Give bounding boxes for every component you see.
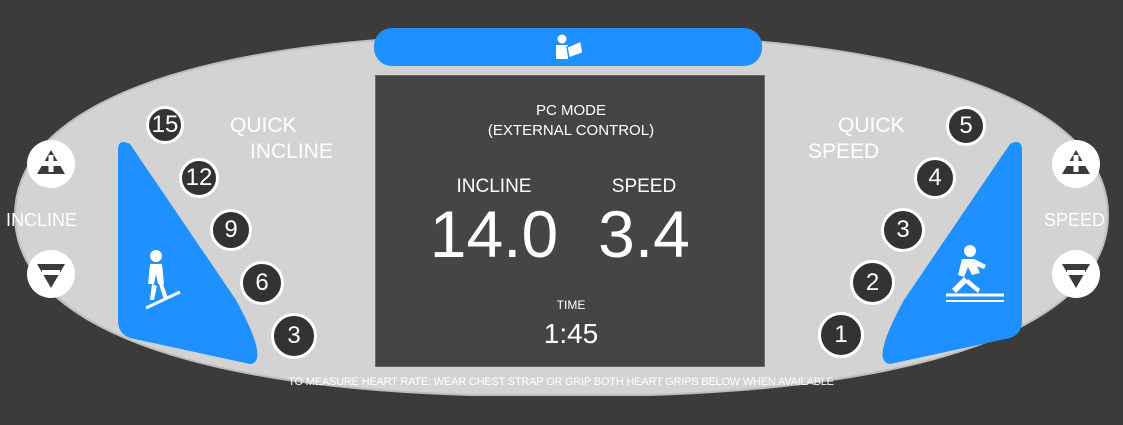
quick-speed-button-1[interactable]: 1 <box>818 312 864 358</box>
incline-up-button[interactable] <box>27 140 75 188</box>
display-mode-line1: PC MODE <box>535 102 607 119</box>
quick-speed-title-line2: SPEED <box>808 140 880 163</box>
speed-up-button[interactable] <box>1052 140 1100 188</box>
minus-icon <box>1062 264 1090 288</box>
display-speed-label: SPEED <box>611 176 677 197</box>
plus-icon <box>37 150 65 174</box>
quick-incline-button-15[interactable]: 15 <box>146 106 184 144</box>
quick-speed-button-5[interactable]: 5 <box>946 106 986 146</box>
display-incline-value: 14.0 <box>429 197 559 271</box>
plus-icon <box>1062 150 1090 174</box>
quick-incline-button-6[interactable]: 6 <box>240 261 284 305</box>
quick-incline-title-line1: QUICK <box>230 114 297 137</box>
display-mode-line2: (EXTERNAL CONTROL) <box>487 122 655 139</box>
quick-speed-button-4[interactable]: 4 <box>914 157 956 199</box>
quick-speed-button-2[interactable]: 2 <box>850 260 895 305</box>
quick-incline-title-line2: INCLINE <box>250 140 333 163</box>
display-time-value: 1:45 <box>543 318 599 349</box>
center-display: PC MODE (EXTERNAL CONTROL) INCLINE 14.0 … <box>375 75 765 367</box>
treadmill-console: INCLINE QUICK INCLINE 15 12 9 6 3 PC MOD… <box>0 0 1123 425</box>
quick-incline-button-3[interactable]: 3 <box>271 313 317 359</box>
display-incline-label: INCLINE <box>456 176 532 197</box>
quick-speed-button-3[interactable]: 3 <box>881 208 925 252</box>
heart-rate-instructions: TO MEASURE HEART RATE: WEAR CHEST STRAP … <box>288 376 834 388</box>
display-speed-value: 3.4 <box>598 197 690 271</box>
display-time-label: TIME <box>556 298 586 312</box>
quick-incline-button-12[interactable]: 12 <box>179 158 219 198</box>
quick-incline-button-9[interactable]: 9 <box>210 209 252 251</box>
speed-side-label: SPEED <box>1044 210 1106 230</box>
incline-side-label: INCLINE <box>6 210 78 230</box>
minus-icon <box>37 264 65 288</box>
incline-down-button[interactable] <box>27 250 75 298</box>
speed-down-button[interactable] <box>1052 250 1100 298</box>
quick-speed-title-line1: QUICK <box>838 114 905 137</box>
